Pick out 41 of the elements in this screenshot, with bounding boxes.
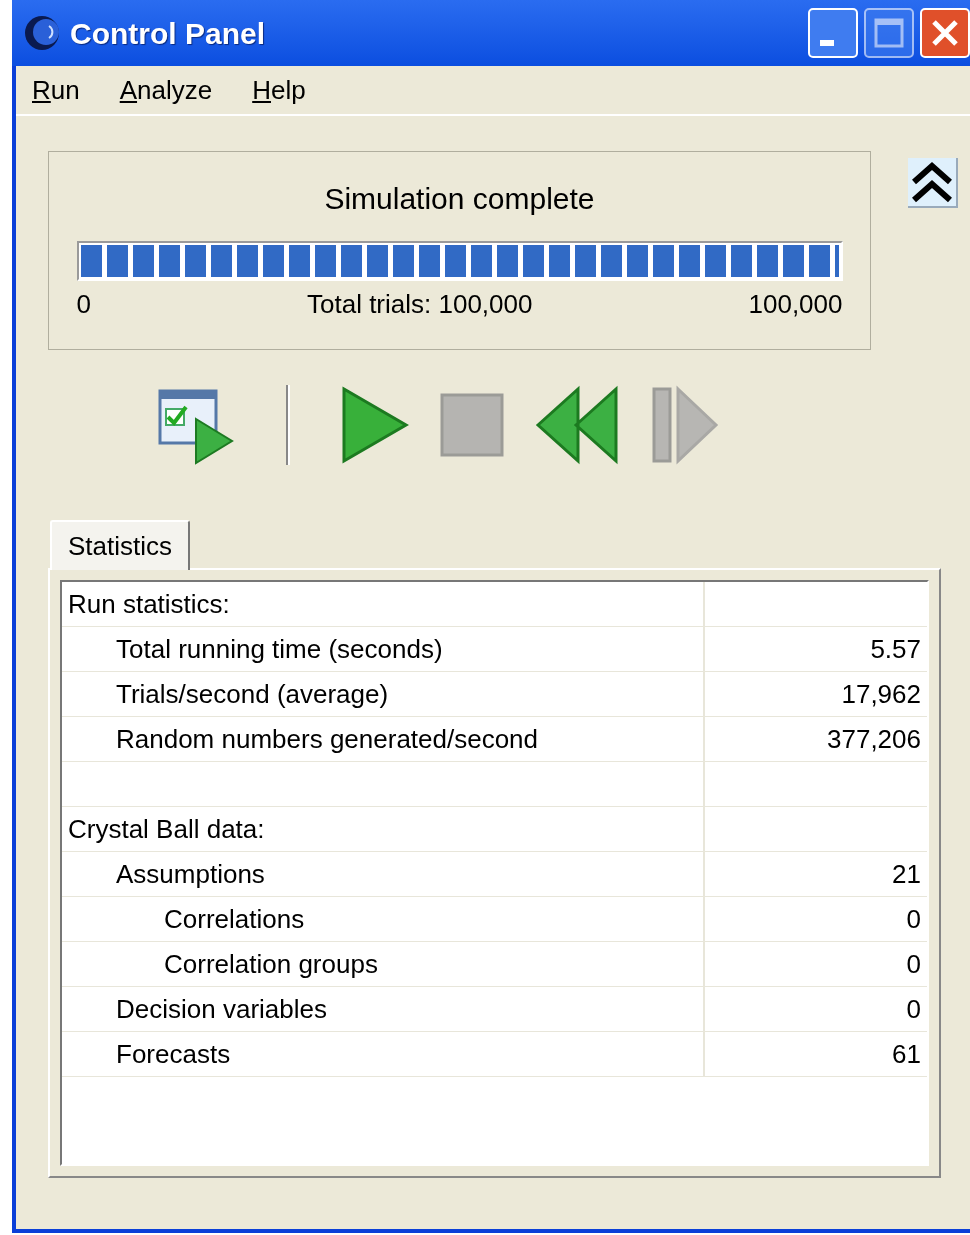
maximize-icon: [874, 18, 904, 48]
statistic-value: 0: [906, 902, 921, 936]
section-heading: Run statistics:: [68, 587, 230, 621]
statistic-label: Correlations: [164, 902, 305, 936]
close-button[interactable]: [920, 8, 970, 58]
rewind-icon: [534, 385, 620, 465]
statistic-label: Trials/second (average): [116, 677, 389, 711]
close-icon: [932, 20, 958, 46]
statistic-value: 61: [892, 1037, 921, 1071]
stop-icon: [440, 393, 504, 457]
statistic-value: 17,962: [841, 677, 921, 711]
statistic-value: 0: [906, 947, 921, 981]
statistic-label: Forecasts: [116, 1037, 231, 1071]
statistic-value: 0: [906, 992, 921, 1026]
reset-button[interactable]: [534, 385, 620, 465]
statistic-label: Total running time (seconds): [116, 632, 443, 666]
minimize-button[interactable]: [808, 8, 858, 58]
status-text: Simulation complete: [324, 181, 595, 217]
tab[interactable]: Statistics: [50, 520, 191, 570]
app-logo-icon: [22, 13, 62, 53]
step-icon: [650, 385, 720, 465]
menu-item[interactable]: Analyze: [119, 70, 213, 110]
statistic-label: Correlation groups: [164, 947, 378, 981]
collapse-button[interactable]: [908, 158, 958, 208]
section-heading: Crystal Ball data:: [68, 812, 265, 846]
statistic-label: Assumptions: [116, 857, 265, 891]
double-chevron-icon: [910, 160, 954, 204]
menu-item[interactable]: Run: [32, 70, 80, 110]
statistic-value: 377,206: [827, 722, 921, 756]
statistic-value: 5.57: [870, 632, 921, 666]
total-trials-label: Total trials: 100,000: [307, 288, 533, 321]
run-button[interactable]: [340, 385, 410, 465]
statistic-value: 21: [892, 857, 921, 891]
window-title: Control Panel: [70, 15, 265, 52]
statistic-label: Random numbers generated/second: [116, 722, 539, 756]
play-icon: [340, 385, 410, 465]
scale-min-label: 0: [76, 288, 91, 321]
scale-max-label: 100,000: [748, 288, 843, 321]
minimize-icon: [820, 40, 834, 46]
statistic-label: Decision variables: [116, 992, 327, 1026]
menu-item[interactable]: Help: [252, 70, 306, 110]
